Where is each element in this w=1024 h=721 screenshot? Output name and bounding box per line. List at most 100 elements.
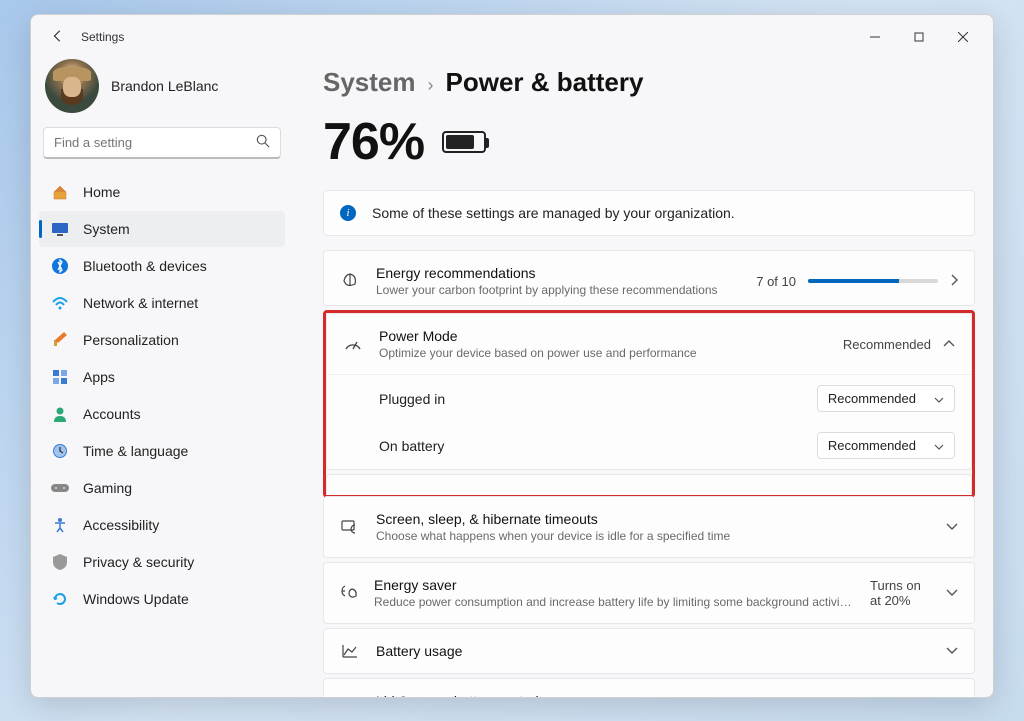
select-value: Recommended <box>828 391 916 406</box>
energy-recommendations-card[interactable]: Energy recommendations Lower your carbon… <box>323 250 975 306</box>
card-title: Energy saver <box>374 577 854 593</box>
on-battery-select[interactable]: Recommended <box>817 432 955 459</box>
accounts-icon <box>51 405 69 423</box>
apps-icon <box>51 368 69 386</box>
chevron-down-icon <box>946 520 958 534</box>
avatar <box>45 59 99 113</box>
card-title: Lid & power button controls <box>376 693 930 697</box>
system-icon <box>51 220 69 238</box>
sidebar-item-bluetooth[interactable]: Bluetooth & devices <box>39 248 285 284</box>
nav-label: Apps <box>83 369 115 385</box>
chevron-up-icon <box>943 337 955 351</box>
screen-sleep-card-top[interactable] <box>326 474 972 495</box>
leaf-icon <box>340 272 360 290</box>
chevron-down-icon <box>934 438 944 453</box>
card-subtitle: Lower your carbon footprint by applying … <box>376 283 740 297</box>
search-box[interactable] <box>43 127 281 159</box>
main-content: System › Power & battery 76% i Some of t… <box>301 59 993 697</box>
network-icon <box>51 294 69 312</box>
search-icon <box>256 134 270 151</box>
nav-label: Windows Update <box>83 591 189 607</box>
breadcrumb-parent[interactable]: System <box>323 67 416 98</box>
power-mode-highlight: Power Mode Optimize your device based on… <box>323 310 975 498</box>
nav-label: Time & language <box>83 443 188 459</box>
sidebar-item-gaming[interactable]: Gaming <box>39 470 285 506</box>
plugged-in-select[interactable]: Recommended <box>817 385 955 412</box>
sidebar-item-apps[interactable]: Apps <box>39 359 285 395</box>
maximize-button[interactable] <box>897 22 941 52</box>
card-title: Power Mode <box>379 328 827 344</box>
personalization-icon <box>51 331 69 349</box>
chevron-down-icon <box>946 586 958 600</box>
user-name: Brandon LeBlanc <box>111 78 218 94</box>
info-icon: i <box>340 205 356 221</box>
search-input[interactable] <box>54 135 256 150</box>
screen-sleep-card[interactable]: Screen, sleep, & hibernate timeouts Choo… <box>323 496 975 558</box>
close-button[interactable] <box>941 22 985 52</box>
nav-list: Home System Bluetooth & devices Network … <box>35 173 289 618</box>
nav-label: Privacy & security <box>83 554 194 570</box>
sidebar-item-update[interactable]: Windows Update <box>39 581 285 617</box>
nav-label: Gaming <box>83 480 132 496</box>
nav-label: Personalization <box>83 332 179 348</box>
power-mode-card: Power Mode Optimize your device based on… <box>326 313 972 470</box>
row-label: On battery <box>379 438 444 454</box>
energy-saver-status: Turns on at 20% <box>870 578 934 608</box>
select-value: Recommended <box>828 438 916 453</box>
sidebar-item-accounts[interactable]: Accounts <box>39 396 285 432</box>
bluetooth-icon <box>51 257 69 275</box>
sidebar-item-privacy[interactable]: Privacy & security <box>39 544 285 580</box>
energy-rec-count: 7 of 10 <box>756 274 796 289</box>
battery-icon <box>442 131 486 153</box>
card-title: Screen, sleep, & hibernate timeouts <box>376 511 930 527</box>
sidebar-item-time[interactable]: Time & language <box>39 433 285 469</box>
banner-text: Some of these settings are managed by yo… <box>372 205 735 221</box>
nav-label: Home <box>83 184 120 200</box>
sidebar-item-accessibility[interactable]: Accessibility <box>39 507 285 543</box>
power-mode-plugged-in-row: Plugged in Recommended <box>327 375 971 422</box>
card-title: Battery usage <box>376 643 930 659</box>
breadcrumb: System › Power & battery <box>323 59 975 104</box>
chevron-right-icon: › <box>428 75 434 96</box>
minimize-button[interactable] <box>853 22 897 52</box>
privacy-icon <box>51 553 69 571</box>
battery-percent: 76% <box>323 112 424 172</box>
card-title: Energy recommendations <box>376 265 740 281</box>
sidebar-item-personalization[interactable]: Personalization <box>39 322 285 358</box>
battery-level-row: 76% <box>323 112 975 172</box>
screen-sleep-icon <box>340 519 360 535</box>
sidebar-item-network[interactable]: Network & internet <box>39 285 285 321</box>
battery-fill <box>446 135 474 149</box>
update-icon <box>51 590 69 608</box>
profile-block[interactable]: Brandon LeBlanc <box>35 59 289 127</box>
sidebar-item-system[interactable]: System <box>39 211 285 247</box>
chart-icon <box>340 644 360 658</box>
chevron-down-icon <box>934 391 944 406</box>
gaming-icon <box>51 479 69 497</box>
settings-window: Settings Brandon LeBlanc Home <box>30 14 994 698</box>
card-subtitle: Optimize your device based on power use … <box>379 346 827 360</box>
org-managed-banner: i Some of these settings are managed by … <box>323 190 975 236</box>
battery-usage-card[interactable]: Battery usage <box>323 628 975 674</box>
window-title: Settings <box>81 30 124 44</box>
chevron-right-icon <box>950 274 958 289</box>
nav-label: Network & internet <box>83 295 198 311</box>
power-mode-header[interactable]: Power Mode Optimize your device based on… <box>327 314 971 374</box>
accessibility-icon <box>51 516 69 534</box>
nav-label: System <box>83 221 130 237</box>
time-icon <box>51 442 69 460</box>
card-subtitle: Reduce power consumption and increase ba… <box>374 595 854 609</box>
home-icon <box>51 183 69 201</box>
sidebar-item-home[interactable]: Home <box>39 174 285 210</box>
card-subtitle: Choose what happens when your device is … <box>376 529 856 543</box>
sidebar: Brandon LeBlanc Home System <box>31 59 301 697</box>
page-title: Power & battery <box>446 67 644 98</box>
back-button[interactable] <box>39 29 77 46</box>
energy-saver-icon <box>340 585 358 601</box>
nav-label: Bluetooth & devices <box>83 258 207 274</box>
titlebar: Settings <box>31 15 993 59</box>
energy-saver-card[interactable]: Energy saver Reduce power consumption an… <box>323 562 975 624</box>
lid-power-card[interactable]: Lid & power button controls Choose what … <box>323 678 975 697</box>
chevron-down-icon <box>946 644 958 658</box>
power-mode-on-battery-row: On battery Recommended <box>327 422 971 469</box>
